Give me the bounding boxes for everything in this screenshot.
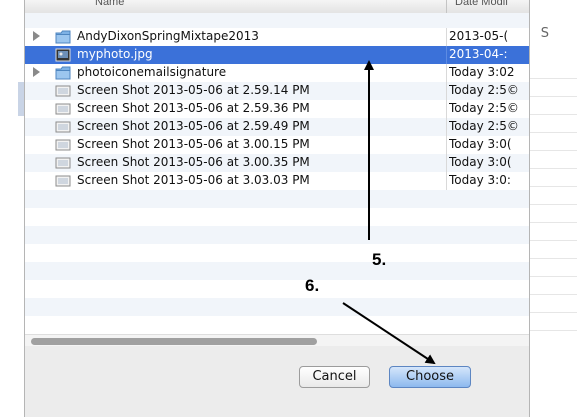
background-text: S [540, 26, 549, 41]
column-divider [446, 0, 447, 13]
empty-list-row [25, 244, 529, 262]
disclosure-triangle-icon[interactable] [33, 67, 40, 77]
image-file-icon [55, 48, 71, 62]
screenshot-file-icon [55, 138, 71, 152]
choose-button[interactable]: Choose [389, 366, 471, 388]
file-date: 2013-04-: [449, 47, 508, 61]
file-name: Screen Shot 2013-05-06 at 3.00.15 PM [77, 137, 310, 151]
file-date: Today 2:5© [449, 101, 519, 115]
folder-icon [55, 30, 71, 44]
screenshot-file-icon [55, 84, 71, 98]
horizontal-scrollbar[interactable] [25, 334, 529, 346]
list-item[interactable]: Screen Shot 2013-05-06 at 2.59.36 PM Toda… [25, 100, 529, 118]
cancel-button[interactable]: Cancel [299, 366, 370, 388]
file-date: Today 3:0: [449, 173, 511, 187]
file-date: Today 2:5© [449, 83, 519, 97]
column-separator [446, 64, 447, 82]
file-name: Screen Shot 2013-05-06 at 2.59.36 PM [77, 101, 310, 115]
file-date: Today 3:0( [449, 155, 512, 169]
screenshot-file-icon [55, 120, 71, 134]
column-separator [446, 46, 447, 64]
list-item[interactable]: Screen Shot 2013-05-06 at 2.59.14 PM Toda… [25, 82, 529, 100]
screenshot-file-icon [55, 174, 71, 188]
list-item[interactable]: myphoto.jpg 2013-04-: [25, 46, 529, 64]
column-separator [446, 28, 447, 46]
list-item[interactable]: Screen Shot 2013-05-06 at 3.03.03 PM Toda… [25, 172, 529, 190]
empty-list-row [25, 208, 529, 226]
empty-rows [25, 190, 529, 316]
column-separator [446, 118, 447, 136]
list-item[interactable]: AndyDixonSpringMixtape2013 2013-05-( [25, 28, 529, 46]
column-header-name[interactable]: Name [95, 0, 124, 8]
file-date: Today 3:0( [449, 137, 512, 151]
list-spacer [25, 13, 529, 28]
list-item[interactable]: Screen Shot 2013-05-06 at 3.00.35 PM Toda… [25, 154, 529, 172]
list-item[interactable]: Screen Shot 2013-05-06 at 2.59.49 PM Toda… [25, 118, 529, 136]
folder-icon [55, 66, 71, 80]
file-date: 2013-05-( [449, 29, 509, 43]
empty-list-row [25, 190, 529, 208]
background-window-edge: S [527, 0, 577, 417]
disclosure-triangle-icon[interactable] [33, 31, 40, 41]
file-list[interactable]: Name Date Modif AndyDixonSpringMixtape20… [25, 0, 529, 346]
empty-list-row [25, 262, 529, 280]
file-date: Today 2:5© [449, 119, 519, 133]
file-name: Screen Shot 2013-05-06 at 3.03.03 PM [77, 173, 310, 187]
file-rows: AndyDixonSpringMixtape2013 2013-05-( mypho… [25, 28, 529, 190]
column-separator [446, 172, 447, 190]
file-name: photoiconemailsignature [77, 65, 227, 79]
screenshot-file-icon [55, 156, 71, 170]
open-file-dialog: Name Date Modif AndyDixonSpringMixtape20… [24, 0, 530, 417]
file-name: Screen Shot 2013-05-06 at 3.00.35 PM [77, 155, 310, 169]
scrollbar-thumb[interactable] [31, 338, 317, 345]
empty-list-row [25, 298, 529, 316]
annotation-step5: 5. [372, 250, 387, 269]
list-item[interactable]: Screen Shot 2013-05-06 at 3.00.15 PM Toda… [25, 136, 529, 154]
list-item[interactable]: photoiconemailsignature Today 3:02 [25, 64, 529, 82]
column-separator [446, 136, 447, 154]
screenshot-file-icon [55, 102, 71, 116]
file-name: Screen Shot 2013-05-06 at 2.59.14 PM [77, 83, 310, 97]
column-separator [446, 82, 447, 100]
file-name: myphoto.jpg [77, 47, 153, 61]
file-list-header: Name Date Modif [25, 0, 529, 14]
empty-list-row [25, 226, 529, 244]
column-separator [446, 100, 447, 118]
column-separator [446, 154, 447, 172]
file-date: Today 3:02 [449, 65, 515, 79]
file-name: AndyDixonSpringMixtape2013 [77, 29, 259, 43]
file-name: Screen Shot 2013-05-06 at 2.59.49 PM [77, 119, 310, 133]
column-header-date[interactable]: Date Modif [455, 0, 508, 8]
annotation-step6: 6. [305, 276, 320, 295]
empty-list-row [25, 280, 529, 298]
